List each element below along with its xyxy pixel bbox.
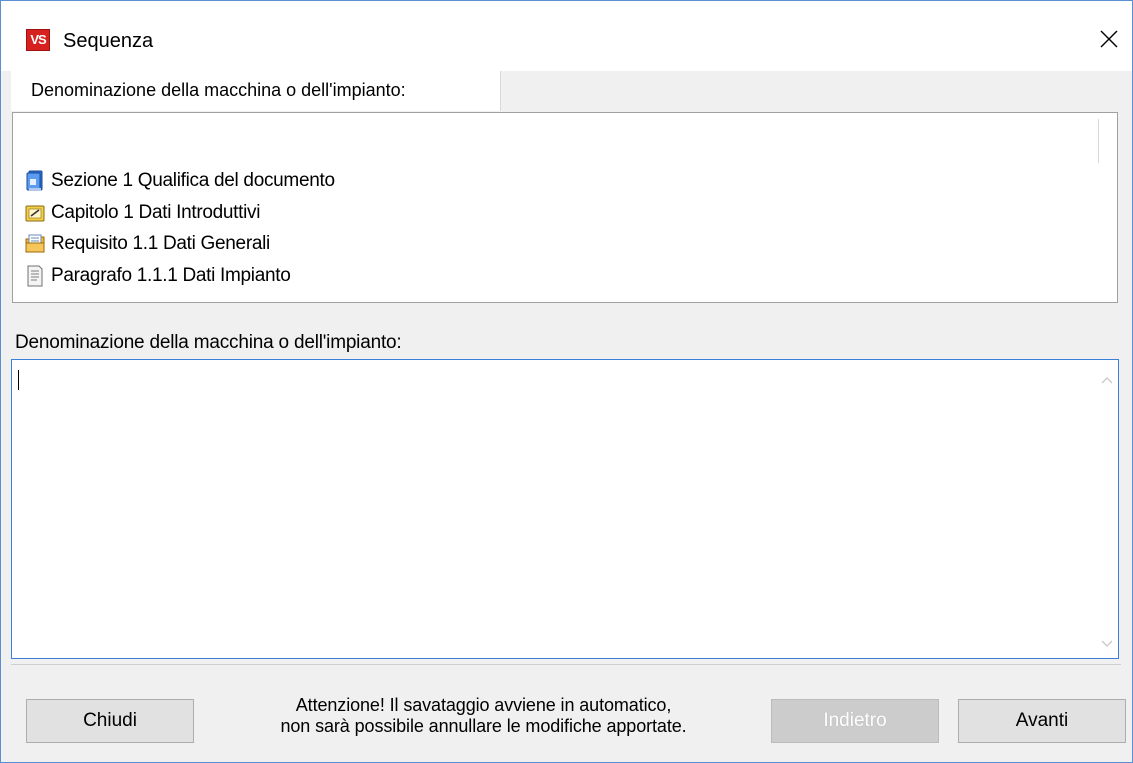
vertical-scrollbar[interactable] bbox=[1096, 360, 1118, 658]
tab-denominazione[interactable]: Denominazione della macchina o dell'impi… bbox=[11, 71, 501, 111]
tree-item-label: Paragrafo 1.1.1 Dati Impianto bbox=[51, 265, 291, 286]
field-label: Denominazione della macchina o dell'impi… bbox=[15, 332, 402, 353]
chevron-up-icon[interactable] bbox=[1100, 374, 1114, 388]
footer-divider bbox=[11, 664, 1121, 665]
denominazione-textarea[interactable] bbox=[11, 359, 1119, 659]
sequenza-dialog: VS Sequenza Denominazione della macchina… bbox=[0, 0, 1133, 763]
chevron-down-icon[interactable] bbox=[1100, 636, 1114, 650]
section-book-icon bbox=[25, 170, 45, 192]
notice-line-1: Attenzione! Il savataggio avviene in aut… bbox=[295, 695, 672, 715]
app-logo-icon: VS bbox=[26, 29, 50, 51]
tree-item-label: Sezione 1 Qualifica del documento bbox=[51, 170, 335, 191]
tree-item-sezione[interactable]: Sezione 1 Qualifica del documento bbox=[25, 167, 335, 195]
indietro-button[interactable]: Indietro bbox=[771, 699, 939, 743]
notice-line-2: non sarà possibile annullare le modifich… bbox=[280, 716, 687, 736]
window-title: Sequenza bbox=[63, 30, 154, 52]
chiudi-button[interactable]: Chiudi bbox=[26, 699, 194, 743]
paragraph-document-icon bbox=[25, 265, 45, 287]
title-bar: VS Sequenza bbox=[1, 1, 1132, 71]
tree-item-paragrafo[interactable]: Paragrafo 1.1.1 Dati Impianto bbox=[25, 262, 291, 290]
tree-item-label: Requisito 1.1 Dati Generali bbox=[51, 233, 270, 254]
requirement-folder-icon bbox=[25, 233, 45, 255]
tab-label: Denominazione della macchina o dell'impi… bbox=[31, 80, 406, 100]
tree-item-requisito[interactable]: Requisito 1.1 Dati Generali bbox=[25, 230, 270, 258]
chapter-folder-icon bbox=[25, 202, 45, 224]
tree-item-capitolo[interactable]: Capitolo 1 Dati Introduttivi bbox=[25, 199, 260, 227]
text-caret bbox=[18, 370, 19, 390]
sequence-tree: Sezione 1 Qualifica del documento Capito… bbox=[12, 112, 1118, 303]
tree-item-label: Capitolo 1 Dati Introduttivi bbox=[51, 202, 261, 223]
close-icon bbox=[1100, 30, 1118, 48]
autosave-notice: Attenzione! Il savataggio avviene in aut… bbox=[216, 695, 751, 737]
avanti-button[interactable]: Avanti bbox=[958, 699, 1126, 743]
close-window-button[interactable] bbox=[1086, 19, 1132, 59]
tree-divider bbox=[1098, 119, 1099, 163]
